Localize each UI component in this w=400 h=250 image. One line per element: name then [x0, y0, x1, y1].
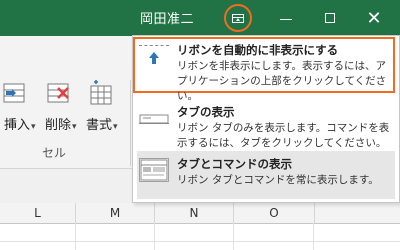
- tabs-only-icon: [139, 114, 169, 124]
- cells-group-label: セル: [42, 146, 67, 160]
- insert-button[interactable]: 挿入▾: [4, 114, 36, 133]
- gridline: [75, 223, 76, 250]
- maximize-icon: [325, 13, 335, 23]
- group-separator: [130, 80, 131, 166]
- column-header-row: L M N O: [0, 203, 400, 224]
- insert-cells-icon[interactable]: [2, 80, 28, 106]
- menu-item-show-tabs[interactable]: タブの表示 リボン タブのみを表示します。コマンドを表 示するには、タブをクリッ…: [133, 98, 399, 150]
- menu-item-description: リボン タブのみを表示します。コマンドを表 示するには、タブをクリックしてくださ…: [177, 122, 390, 149]
- column-header[interactable]: M: [76, 203, 155, 223]
- worksheet[interactable]: L M N O: [0, 203, 400, 250]
- minimize-button[interactable]: [264, 0, 308, 36]
- up-arrow-icon: [149, 52, 159, 64]
- column-header[interactable]: O: [234, 203, 315, 223]
- close-button[interactable]: ✕: [352, 0, 396, 36]
- menu-item-description: リボン タブとコマンドを常に表示します。: [177, 174, 379, 186]
- gridline: [313, 223, 314, 250]
- tabs-commands-icon: [140, 159, 168, 181]
- ribbon-display-options-button[interactable]: [216, 0, 260, 36]
- gridline: [154, 223, 155, 250]
- column-header[interactable]: N: [155, 203, 234, 223]
- menu-item-title: タブとコマンドの表示: [177, 157, 292, 171]
- format-cells-icon[interactable]: [88, 80, 114, 106]
- gridline: [0, 241, 400, 242]
- user-name[interactable]: 岡田准二: [140, 8, 194, 27]
- show-tabs-commands-icon: [139, 158, 169, 182]
- close-icon: ✕: [366, 7, 382, 29]
- title-bar: 岡田准二 ✕: [0, 0, 400, 36]
- format-button[interactable]: 書式▾: [86, 114, 118, 133]
- highlight-circle: [224, 4, 252, 32]
- menu-item-show-tabs-and-commands[interactable]: タブとコマンドの表示 リボン タブとコマンドを常に表示します。: [133, 150, 399, 200]
- ribbon-display-options-icon: [232, 13, 244, 23]
- menu-item-title: タブの表示: [177, 105, 235, 119]
- menu-item-auto-hide-ribbon[interactable]: リボンを自動的に非表示にする リボンを非表示にします。表示するには、ア プリケー…: [133, 36, 399, 102]
- ribbon-display-options-menu: リボンを自動的に非表示にする リボンを非表示にします。表示するには、ア プリケー…: [132, 35, 400, 203]
- delete-cells-icon[interactable]: [46, 80, 72, 106]
- minimize-icon: [280, 18, 292, 20]
- column-header[interactable]: L: [0, 203, 76, 223]
- show-tabs-icon: [139, 106, 169, 124]
- menu-item-title: リボンを自動的に非表示にする: [177, 43, 339, 57]
- maximize-button[interactable]: [308, 0, 352, 36]
- delete-button[interactable]: 削除▾: [45, 114, 77, 133]
- auto-hide-ribbon-icon: [139, 45, 169, 67]
- gridline: [233, 223, 234, 250]
